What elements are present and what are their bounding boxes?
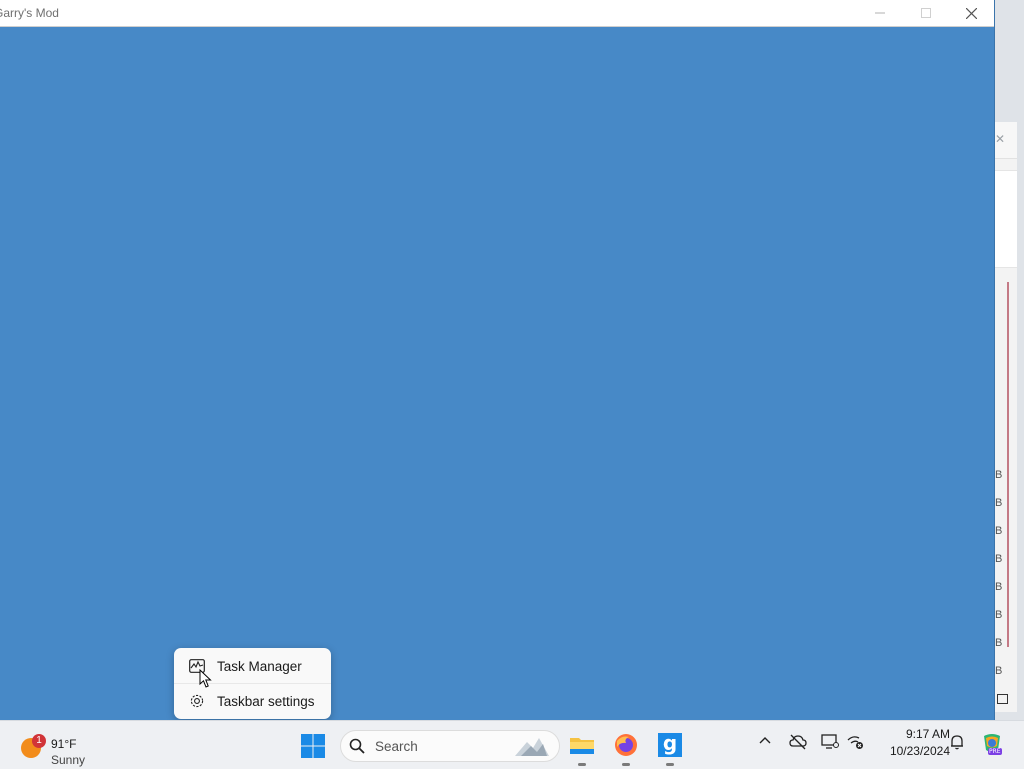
taskbar-search-box[interactable]: Search	[340, 730, 560, 762]
taskbar: 1 91°F Sunny Search g 9:17 AM 10/23/2024…	[0, 720, 1024, 769]
background-window-titlebar[interactable]: ✕	[995, 122, 1017, 159]
list-item: B	[995, 637, 1003, 649]
chevron-up-icon[interactable]	[758, 734, 772, 748]
menu-item-label: Taskbar settings	[217, 693, 315, 709]
gmod-icon: g	[658, 733, 682, 757]
maximize-icon	[921, 8, 931, 18]
background-window: ✕ B B B B B B B B	[994, 122, 1017, 712]
minimize-button[interactable]	[857, 0, 903, 26]
list-item: B	[995, 525, 1003, 537]
folder-icon	[570, 738, 594, 754]
list-item: B	[995, 553, 1003, 565]
running-indicator	[622, 763, 630, 766]
weather-condition: Sunny	[51, 753, 86, 767]
start-button[interactable]	[300, 733, 326, 759]
restore-icon[interactable]	[997, 694, 1008, 704]
list-item: B	[995, 497, 1003, 509]
clock-date: 10/23/2024	[889, 744, 950, 758]
maximize-button[interactable]	[903, 0, 949, 26]
list-item: B	[995, 665, 1003, 677]
background-window-list: B B B B B B B B	[995, 468, 1003, 692]
search-placeholder: Search	[375, 739, 418, 754]
close-button[interactable]	[948, 0, 994, 26]
background-window-scrollbar[interactable]	[1007, 282, 1009, 647]
garrys-mod-button[interactable]: g	[655, 730, 685, 766]
windows-logo-icon	[301, 734, 325, 758]
app-window: Garry's Mod	[0, 0, 995, 720]
game-viewport[interactable]	[0, 27, 994, 720]
close-icon	[965, 7, 977, 19]
firefox-icon	[615, 734, 637, 756]
list-item: B	[995, 609, 1003, 621]
list-item: B	[995, 581, 1003, 593]
taskbar-clock[interactable]: 9:17 AM 10/23/2024	[870, 727, 950, 758]
menu-item-taskbar-settings[interactable]: Taskbar settings	[178, 686, 327, 716]
menu-item-label: Task Manager	[217, 658, 302, 674]
weather-widget[interactable]: 1 91°F Sunny	[18, 729, 108, 767]
weather-temperature: 91°F	[51, 737, 77, 751]
onedrive-offline-icon[interactable]	[789, 734, 807, 750]
window-title: Garry's Mod	[0, 6, 59, 20]
running-indicator	[666, 763, 674, 766]
search-icon	[349, 738, 365, 754]
minimize-icon	[875, 12, 885, 14]
copilot-badge: PRE	[988, 748, 1002, 755]
search-highlight-art-icon	[515, 738, 549, 756]
gear-icon	[187, 691, 207, 711]
firefox-button[interactable]	[611, 730, 641, 766]
display-icon[interactable]	[821, 734, 839, 750]
mouse-cursor-icon	[199, 669, 212, 688]
background-window-panel	[995, 170, 1017, 268]
menu-divider	[174, 683, 331, 684]
copilot-button[interactable]: PRE	[980, 732, 1006, 758]
window-titlebar[interactable]: Garry's Mod	[0, 0, 994, 27]
clock-time: 9:17 AM	[905, 727, 950, 741]
notification-badge: 1	[32, 734, 46, 748]
list-item: B	[995, 469, 1003, 481]
background-window-close-icon[interactable]: ✕	[995, 132, 1005, 146]
file-explorer-button[interactable]	[567, 730, 597, 766]
taskbar-context-menu: Task Manager Taskbar settings	[174, 648, 331, 719]
bell-icon[interactable]	[949, 734, 965, 750]
running-indicator	[578, 763, 586, 766]
network-disconnected-icon[interactable]	[847, 734, 865, 750]
